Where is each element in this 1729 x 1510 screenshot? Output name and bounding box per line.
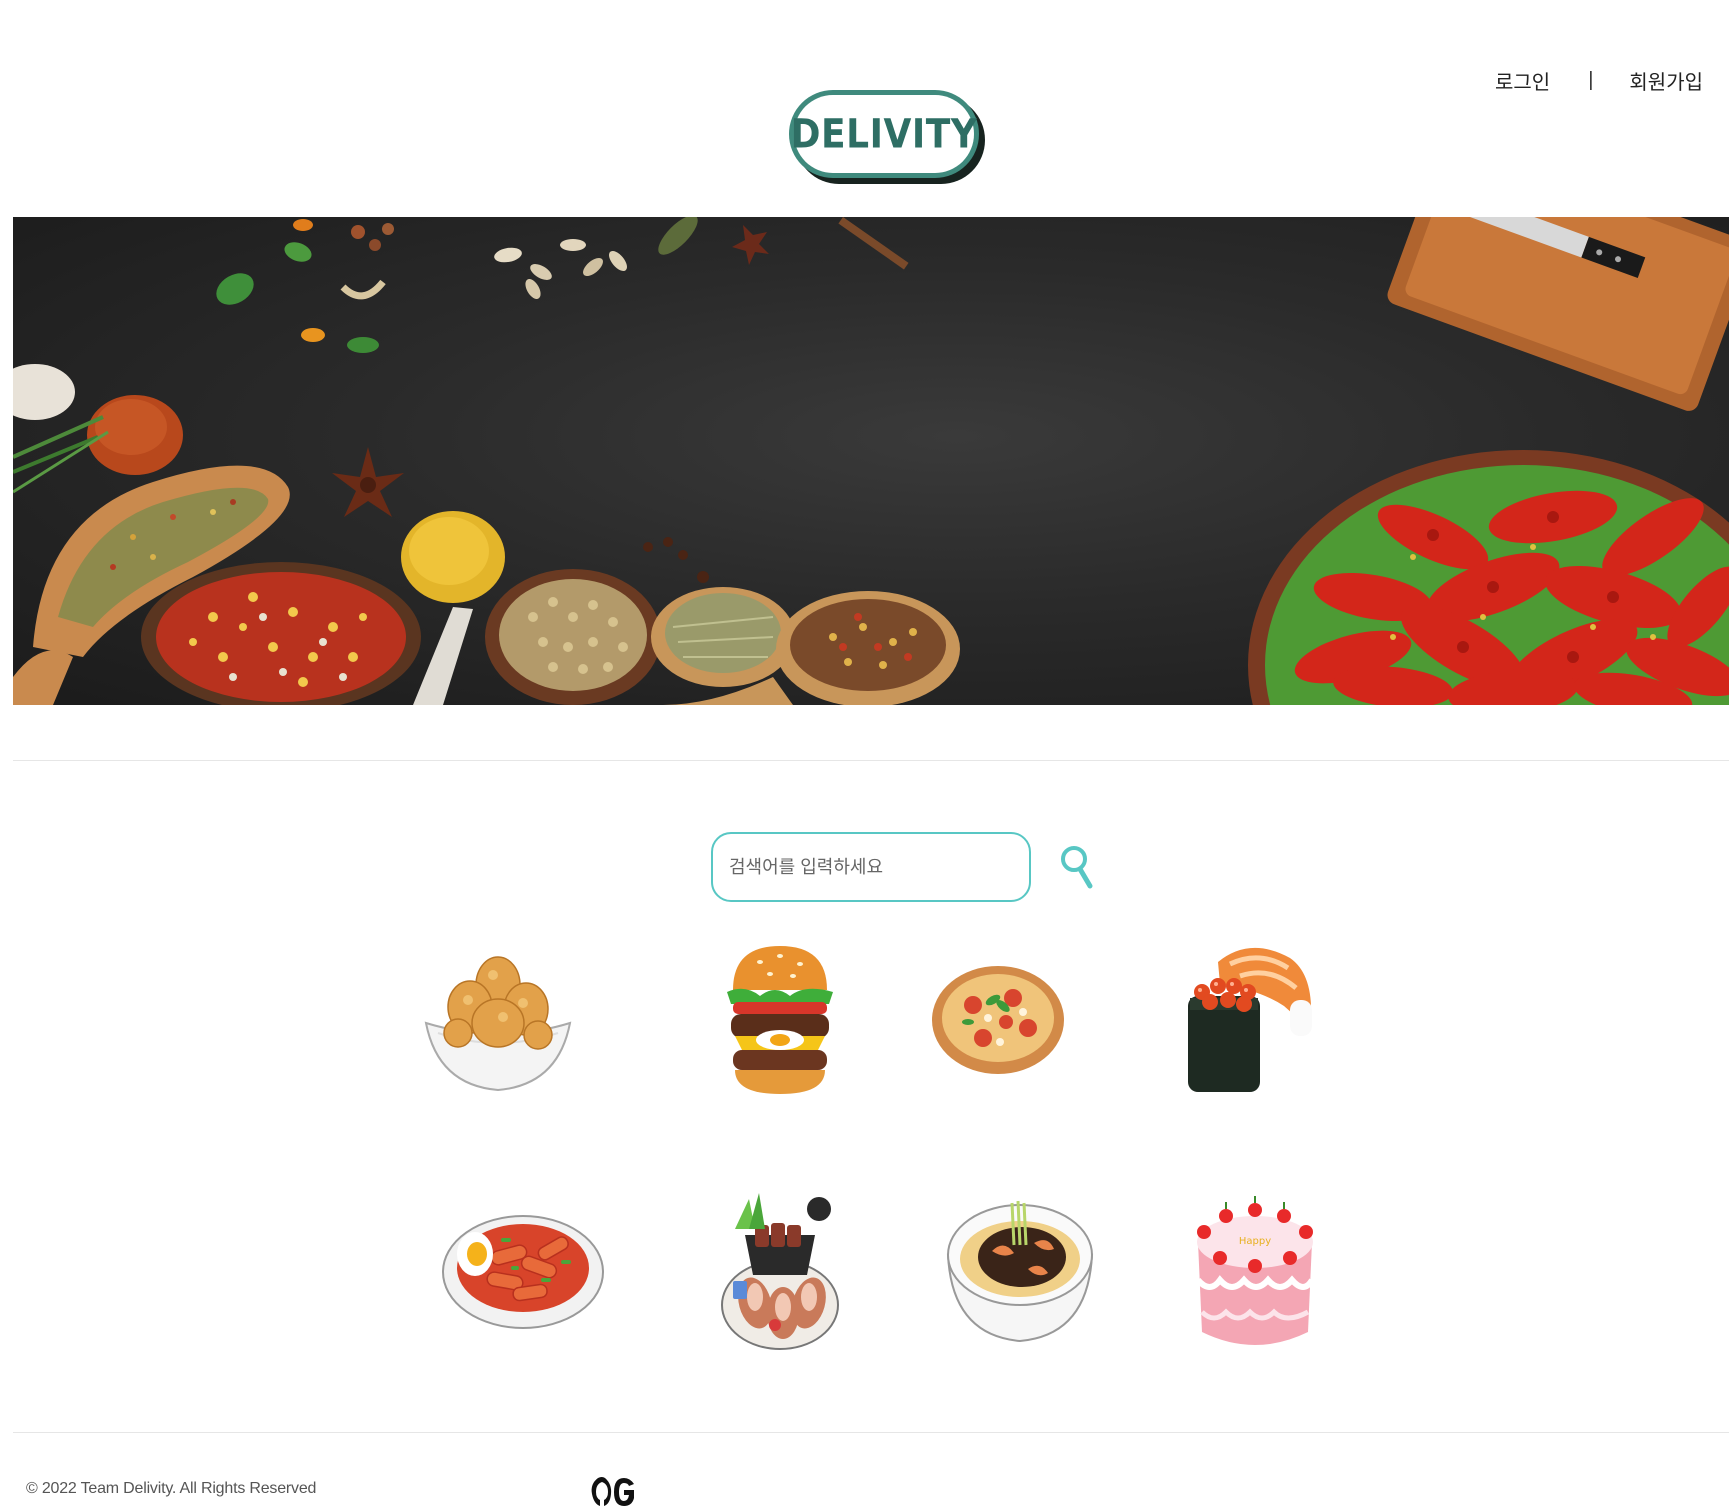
signup-link[interactable]: 회원가입 [1629, 66, 1703, 95]
github-icon [591, 1477, 634, 1506]
hero-food-illustration [13, 217, 1729, 705]
divider-bottom [13, 1432, 1729, 1433]
auth-links: 로그인 | 회원가입 [1495, 66, 1703, 95]
hero-banner [13, 217, 1729, 705]
divider-top [13, 760, 1729, 761]
login-link[interactable]: 로그인 [1495, 66, 1550, 95]
cake-decoration: Happy [1239, 1236, 1271, 1247]
logo-inner: DELIVITY [791, 95, 977, 173]
search-input[interactable] [711, 832, 1031, 902]
logo[interactable]: DELIVITY [789, 90, 985, 186]
menu-item-chicken[interactable] [413, 935, 583, 1105]
cake-icon: Happy [1195, 1196, 1315, 1345]
search-button[interactable] [1057, 842, 1097, 892]
auth-separator: | [1588, 69, 1594, 91]
menu-item-tteokbokki[interactable] [438, 1185, 608, 1355]
jjajangmyeon-icon [946, 1200, 1094, 1343]
pizza-icon [932, 966, 1064, 1074]
hamburger-icon [727, 946, 833, 1094]
menu-item-burger[interactable] [695, 935, 865, 1105]
menu-item-cake[interactable]: Happy [1170, 1185, 1340, 1355]
copyright-text: © 2022 Team Delivity. All Rights Reserve… [26, 1480, 317, 1497]
menu-item-jjajangmyeon[interactable] [935, 1185, 1105, 1355]
search-icon [1061, 846, 1093, 889]
fried-chicken-icon [424, 956, 572, 1092]
logo-pill: DELIVITY [789, 90, 979, 178]
jokbal-icon [721, 1193, 839, 1350]
menu-item-jokbal[interactable] [695, 1185, 865, 1355]
tteokbokki-icon [442, 1215, 604, 1329]
search-bar [711, 832, 1097, 902]
github-link[interactable] [588, 1474, 638, 1510]
logo-text: DELIVITY [790, 111, 978, 157]
page: 로그인 | 회원가입 DELIVITY 검색어를 입력하세요 Happy © 2… [0, 0, 1729, 1510]
menu-item-pizza[interactable] [913, 935, 1083, 1105]
sushi-icon [1188, 947, 1312, 1092]
menu-item-sushi[interactable] [1165, 935, 1335, 1105]
